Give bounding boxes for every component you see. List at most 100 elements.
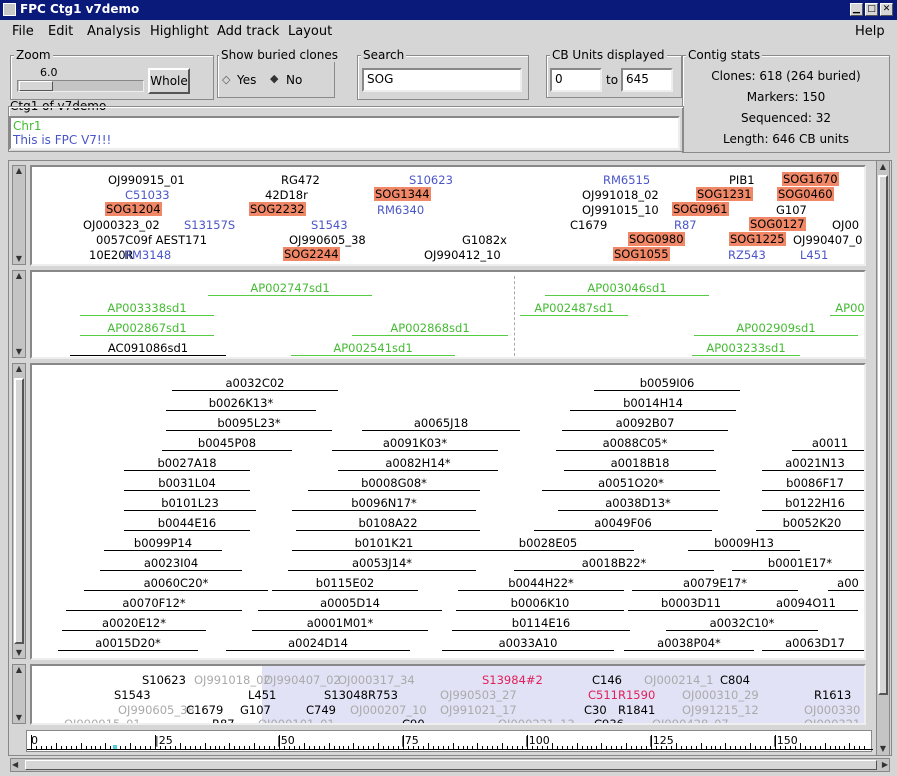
marker-sog[interactable]: SOG0980 (628, 232, 685, 246)
fw-marker[interactable]: OJ990605_38 (118, 703, 195, 717)
fw-marker[interactable]: OJ000321 (804, 717, 860, 723)
cb-from-input[interactable]: 0 (550, 68, 602, 92)
clone[interactable]: b0059I06 (594, 377, 740, 391)
marker[interactable]: PIB1 (729, 173, 755, 187)
clone[interactable]: a0015D20* (58, 637, 198, 651)
fw-marker[interactable]: L451 (248, 688, 276, 702)
clone[interactable]: a0020E12* (62, 617, 206, 631)
marker[interactable]: RM6340 (377, 203, 424, 217)
clone[interactable]: b0008G08* (308, 477, 480, 491)
marker[interactable]: OJ990412_10 (424, 248, 501, 262)
clone[interactable]: a0070F12* (66, 597, 242, 611)
marker[interactable]: S10623 (409, 173, 453, 187)
fw-marker[interactable]: OJ991018_02 (194, 673, 271, 687)
clone[interactable]: b0031L04 (124, 477, 250, 491)
fw-marker[interactable]: OJ000310_29 (682, 688, 759, 702)
clone[interactable]: b0044E16 (124, 517, 250, 531)
sequence-track-scrollbar[interactable]: ▲ ▼ (12, 270, 26, 358)
clone[interactable]: b0122H16 (762, 497, 864, 511)
scroll-up-icon[interactable]: ▲ (14, 665, 24, 675)
marker[interactable]: OJ990915_01 (108, 173, 185, 187)
whole-button[interactable]: Whole (148, 68, 190, 94)
fw-marker[interactable]: OJ000207_10 (350, 703, 427, 717)
marker-sog[interactable]: SOG1225 (729, 232, 786, 246)
fw-marker[interactable]: OJ990503_27 (440, 688, 517, 702)
marker-sog[interactable]: SOG0961 (672, 202, 729, 216)
marker[interactable]: RG472 (281, 173, 320, 187)
scroll-up-icon[interactable]: ▲ (14, 271, 24, 281)
clone[interactable]: a0079E17* (632, 577, 798, 591)
framework-track-scrollbar[interactable]: ▲ ▼ (12, 664, 26, 724)
marker[interactable]: S13157S (184, 218, 235, 232)
marker-sog[interactable]: SOG0127 (749, 217, 806, 231)
clone[interactable]: a0051O20* (542, 477, 720, 491)
fw-marker[interactable]: R1841 (618, 703, 655, 717)
clone[interactable]: b0001E17* (732, 557, 864, 571)
clone[interactable]: b0044H22* (458, 577, 624, 591)
clone[interactable]: b0003D11 (628, 597, 754, 611)
clone[interactable]: a0038D13* (558, 497, 718, 511)
marker[interactable]: OJ00 (832, 218, 859, 232)
clone[interactable]: a0033A10 (442, 637, 614, 651)
clone[interactable]: a0088C05* (556, 437, 714, 451)
marker[interactable]: OJ991018_02 (582, 188, 659, 202)
scroll-down-icon[interactable]: ▼ (14, 347, 24, 357)
marker-sog[interactable]: SOG2232 (249, 202, 306, 216)
clone[interactable]: a0094O11 (754, 597, 858, 611)
sequence-clone[interactable]: AP002487sd1 (520, 302, 628, 316)
fw-marker[interactable]: R1590 (618, 688, 655, 702)
sequence-clone[interactable]: AP003338sd1 (80, 302, 214, 316)
minimize-button[interactable]: ▁ (850, 3, 863, 16)
marker[interactable]: RM6515 (603, 173, 650, 187)
clone-track-scrollbar[interactable]: ▲ ▼ (12, 363, 26, 659)
marker[interactable]: 0057C09f AEST171 (96, 233, 207, 247)
clone[interactable]: b0099P14 (104, 537, 222, 551)
clone[interactable]: a0021N13 (762, 457, 864, 471)
marker[interactable]: RZ543 (728, 248, 766, 262)
marker[interactable]: RM3148 (124, 248, 171, 262)
fw-marker[interactable]: OJ000221_13 (498, 717, 575, 723)
main-horizontal-scrollbar[interactable]: ◀ ▶ (10, 758, 890, 772)
marker[interactable]: L451 (800, 248, 828, 262)
menu-add-track[interactable]: Add track (217, 24, 279, 39)
sequence-clone[interactable]: AP002541sd1 (291, 342, 455, 356)
marker[interactable]: 42D18r (265, 188, 308, 202)
fw-marker[interactable]: C804 (720, 673, 750, 687)
fw-marker[interactable]: C511 (588, 688, 618, 702)
marker[interactable]: OJ000323_02 (83, 218, 160, 232)
fw-marker[interactable]: C936 (594, 717, 624, 723)
clone[interactable]: a0049F06 (534, 517, 712, 531)
fw-marker[interactable]: C749 (306, 703, 336, 717)
clone[interactable]: b0114E16 (452, 617, 630, 631)
fw-marker[interactable]: R1613 (814, 688, 851, 702)
clone[interactable]: a0091K03* (332, 437, 498, 451)
clone[interactable]: a0053J14* (288, 557, 476, 571)
marker[interactable]: G107 (776, 203, 807, 217)
scroll-down-icon[interactable]: ▼ (878, 744, 888, 754)
menu-file[interactable]: File (12, 24, 34, 39)
scroll-up-icon[interactable]: ▲ (878, 162, 888, 172)
menu-analysis[interactable]: Analysis (87, 24, 141, 39)
sequence-clone[interactable]: AP002868sd1 (352, 322, 508, 336)
sequence-clone[interactable]: AP002867sd1 (80, 322, 214, 336)
clone[interactable]: a0024D14 (226, 637, 410, 651)
clone[interactable]: a0005D14 (258, 597, 442, 611)
menu-edit[interactable]: Edit (48, 24, 73, 39)
clone[interactable]: b0052K20 (756, 517, 864, 531)
app-icon[interactable] (3, 3, 16, 16)
clone[interactable]: a0032C10* (666, 617, 818, 631)
marker[interactable]: C1679 (570, 218, 607, 232)
marker-sog[interactable]: SOG0460 (777, 187, 834, 201)
maximize-button[interactable]: □ (865, 3, 878, 16)
fw-marker[interactable]: S10623 (142, 673, 186, 687)
clone[interactable]: b0009H13 (688, 537, 800, 551)
clone[interactable]: b0045P08 (162, 437, 292, 451)
fw-marker[interactable]: OJ991215_12 (682, 703, 759, 717)
clone[interactable]: b0101L23 (124, 497, 256, 511)
ruler-cursor[interactable] (113, 745, 117, 749)
marker-sog[interactable]: SOG1344 (374, 187, 431, 201)
scroll-down-icon[interactable]: ▼ (14, 713, 24, 723)
clone[interactable]: b0096N17* (292, 497, 476, 511)
sequence-clone[interactable]: AP003046sd1 (545, 282, 709, 296)
fw-marker[interactable]: OJ000317_34 (338, 673, 415, 687)
